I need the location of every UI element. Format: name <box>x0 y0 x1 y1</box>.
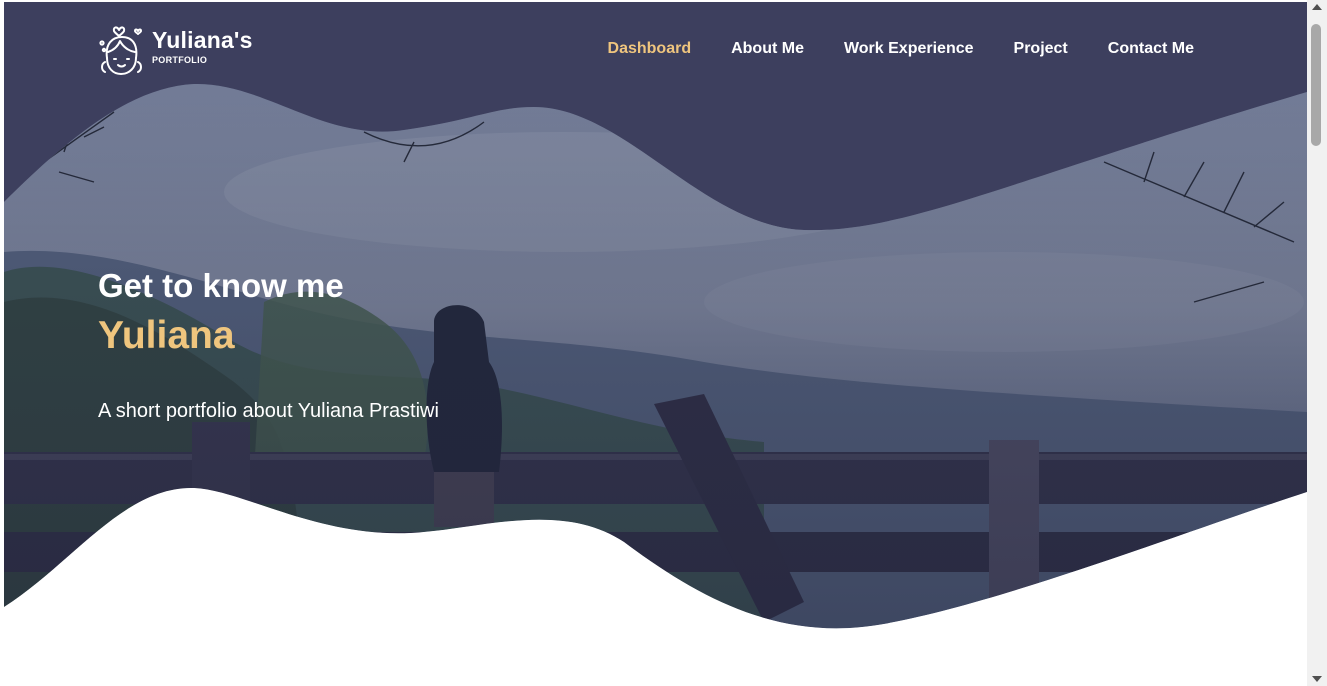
page: Yuliana's PORTFOLIO Dashboard About Me W… <box>4 2 1307 686</box>
nav-link-work-experience[interactable]: Work Experience <box>844 39 974 59</box>
brand-logo[interactable]: Yuliana's PORTFOLIO <box>98 24 253 76</box>
brand-name: Yuliana's <box>152 27 253 53</box>
hero-tagline: A short portfolio about Yuliana Prastiwi <box>98 400 439 422</box>
hero-section: Yuliana's PORTFOLIO Dashboard About Me W… <box>4 2 1307 686</box>
brand-subtitle: PORTFOLIO <box>152 55 208 65</box>
nav-link-about-me[interactable]: About Me <box>731 39 804 59</box>
hero-name: Yuliana <box>98 314 235 357</box>
nav-link-dashboard[interactable]: Dashboard <box>608 39 692 59</box>
nav-link-project[interactable]: Project <box>1014 39 1068 59</box>
browser-viewport: Yuliana's PORTFOLIO Dashboard About Me W… <box>0 0 1327 686</box>
scroll-up-arrow-icon[interactable] <box>1312 4 1322 10</box>
girl-face-with-hearts-icon <box>99 26 142 75</box>
hero-intro: Get to know me Yuliana A short portfolio… <box>98 266 439 424</box>
scroll-down-arrow-icon[interactable] <box>1312 676 1322 682</box>
scrollbar-thumb[interactable] <box>1311 24 1321 146</box>
main-menu: Dashboard About Me Work Experience Proje… <box>608 39 1194 59</box>
top-navigation: Yuliana's PORTFOLIO Dashboard About Me W… <box>4 2 1307 94</box>
hero-kicker: Get to know me <box>98 267 344 304</box>
nav-link-contact-me[interactable]: Contact Me <box>1108 39 1194 59</box>
vertical-scrollbar[interactable] <box>1307 0 1327 686</box>
